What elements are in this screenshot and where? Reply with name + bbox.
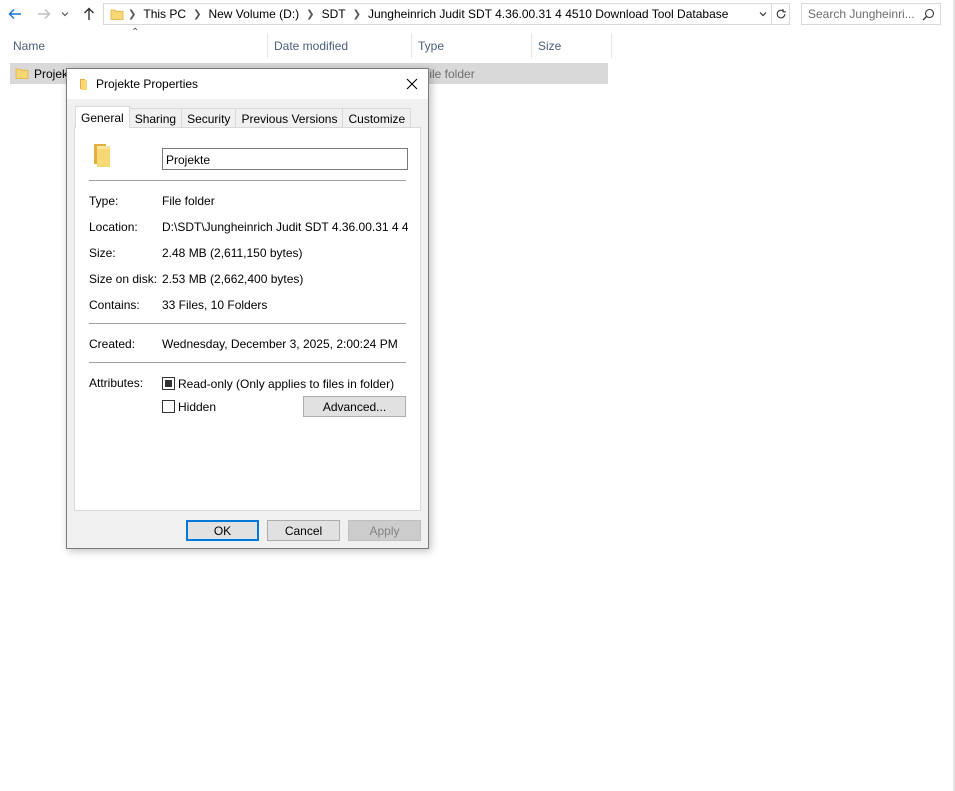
chevron-right-icon[interactable]: ❯ xyxy=(353,9,361,20)
type-value: File folder xyxy=(162,194,215,208)
close-button[interactable] xyxy=(402,74,422,94)
divider xyxy=(89,362,406,363)
breadcrumb-this-pc[interactable]: This PC xyxy=(143,7,186,21)
column-header: ⌃ Name Date modified Type Size xyxy=(0,27,612,58)
tab-general[interactable]: General xyxy=(75,106,130,128)
chevron-right-icon[interactable]: ❯ xyxy=(306,9,314,20)
size-label: Size: xyxy=(89,246,116,260)
chevron-right-icon[interactable]: ❯ xyxy=(128,9,136,20)
breadcrumb-new-volume[interactable]: New Volume (D:) xyxy=(208,7,299,21)
explorer-toolbar: ❯ This PC ❯ New Volume (D:) ❯ SDT ❯ Jung… xyxy=(0,0,955,30)
folder-large-icon xyxy=(92,141,116,172)
tab-previous-versions[interactable]: Previous Versions xyxy=(235,108,344,128)
location-label: Location: xyxy=(89,220,138,234)
search-icon[interactable] xyxy=(922,8,935,24)
refresh-icon xyxy=(776,9,786,19)
properties-dialog: Projekte Properties General Sharing Secu… xyxy=(66,68,429,549)
arrow-right-icon xyxy=(38,9,51,19)
recent-locations-button[interactable] xyxy=(59,5,71,23)
column-name-label: Name xyxy=(13,38,46,53)
column-date-modified[interactable]: Date modified xyxy=(268,33,412,58)
contains-label: Contains: xyxy=(89,298,140,312)
breadcrumb: ❯ This PC ❯ New Volume (D:) ❯ SDT ❯ Jung… xyxy=(128,4,728,24)
chevron-down-icon xyxy=(759,12,767,17)
created-label: Created: xyxy=(89,337,136,351)
tab-sharing[interactable]: Sharing xyxy=(128,108,183,128)
general-tab-panel: Type: File folder Location: D:\SDT\Jungh… xyxy=(74,127,421,511)
attributes-label: Attributes: xyxy=(89,376,144,390)
divider xyxy=(89,180,406,181)
contains-value: 33 Files, 10 Folders xyxy=(162,298,268,312)
arrow-up-icon xyxy=(84,7,94,20)
folder-icon xyxy=(15,66,29,83)
readonly-checkbox[interactable] xyxy=(162,377,175,390)
tab-security[interactable]: Security xyxy=(181,108,237,128)
dialog-titlebar[interactable]: Projekte Properties xyxy=(67,69,428,99)
address-dropdown-button[interactable] xyxy=(755,4,771,24)
breadcrumb-current-folder[interactable]: Jungheinrich Judit SDT 4.36.00.31 4 4510… xyxy=(368,7,728,21)
ok-button[interactable]: OK xyxy=(186,520,259,541)
folder-icon xyxy=(110,7,124,24)
dialog-title: Projekte Properties xyxy=(96,77,199,91)
location-value: D:\SDT\Jungheinrich Judit SDT 4.36.00.31… xyxy=(162,220,408,234)
folder-name-input[interactable] xyxy=(166,152,402,167)
tab-customize[interactable]: Customize xyxy=(342,108,412,128)
address-bar[interactable]: ❯ This PC ❯ New Volume (D:) ❯ SDT ❯ Jung… xyxy=(103,3,772,25)
readonly-checkbox-label[interactable]: Read-only (Only applies to files in fold… xyxy=(178,377,394,391)
chevron-down-icon xyxy=(61,12,69,17)
search-input[interactable] xyxy=(808,6,918,22)
created-value: Wednesday, December 3, 2025, 2:00:24 PM xyxy=(162,337,398,351)
column-type[interactable]: Type xyxy=(412,33,532,58)
column-date-modified-label: Date modified xyxy=(274,38,349,53)
column-name[interactable]: Name xyxy=(0,33,268,58)
column-size-label: Size xyxy=(538,38,562,53)
close-icon xyxy=(406,78,418,90)
column-type-label: Type xyxy=(418,38,445,53)
cancel-button[interactable]: Cancel xyxy=(267,520,340,541)
apply-button[interactable]: Apply xyxy=(348,520,421,541)
advanced-button[interactable]: Advanced... xyxy=(303,396,406,417)
search-box[interactable] xyxy=(801,3,941,25)
tab-strip: General Sharing Security Previous Versio… xyxy=(75,106,412,128)
column-size[interactable]: Size xyxy=(532,33,612,58)
forward-button[interactable] xyxy=(35,5,53,23)
breadcrumb-sdt[interactable]: SDT xyxy=(322,7,346,21)
size-on-disk-value: 2.53 MB (2,662,400 bytes) xyxy=(162,272,304,286)
back-button[interactable] xyxy=(6,5,24,23)
size-on-disk-label: Size on disk: xyxy=(89,272,158,286)
folder-name-field[interactable] xyxy=(162,148,408,170)
hidden-checkbox-label[interactable]: Hidden xyxy=(178,400,216,414)
refresh-button[interactable] xyxy=(772,3,790,25)
divider xyxy=(89,323,406,324)
chevron-right-icon[interactable]: ❯ xyxy=(193,9,201,20)
hidden-checkbox[interactable] xyxy=(162,400,175,413)
file-type: File folder xyxy=(422,67,475,81)
up-button[interactable] xyxy=(80,5,98,23)
type-label: Type: xyxy=(89,194,119,208)
folder-icon xyxy=(78,77,90,94)
arrow-left-icon xyxy=(8,9,21,19)
size-value: 2.48 MB (2,611,150 bytes) xyxy=(162,246,303,260)
